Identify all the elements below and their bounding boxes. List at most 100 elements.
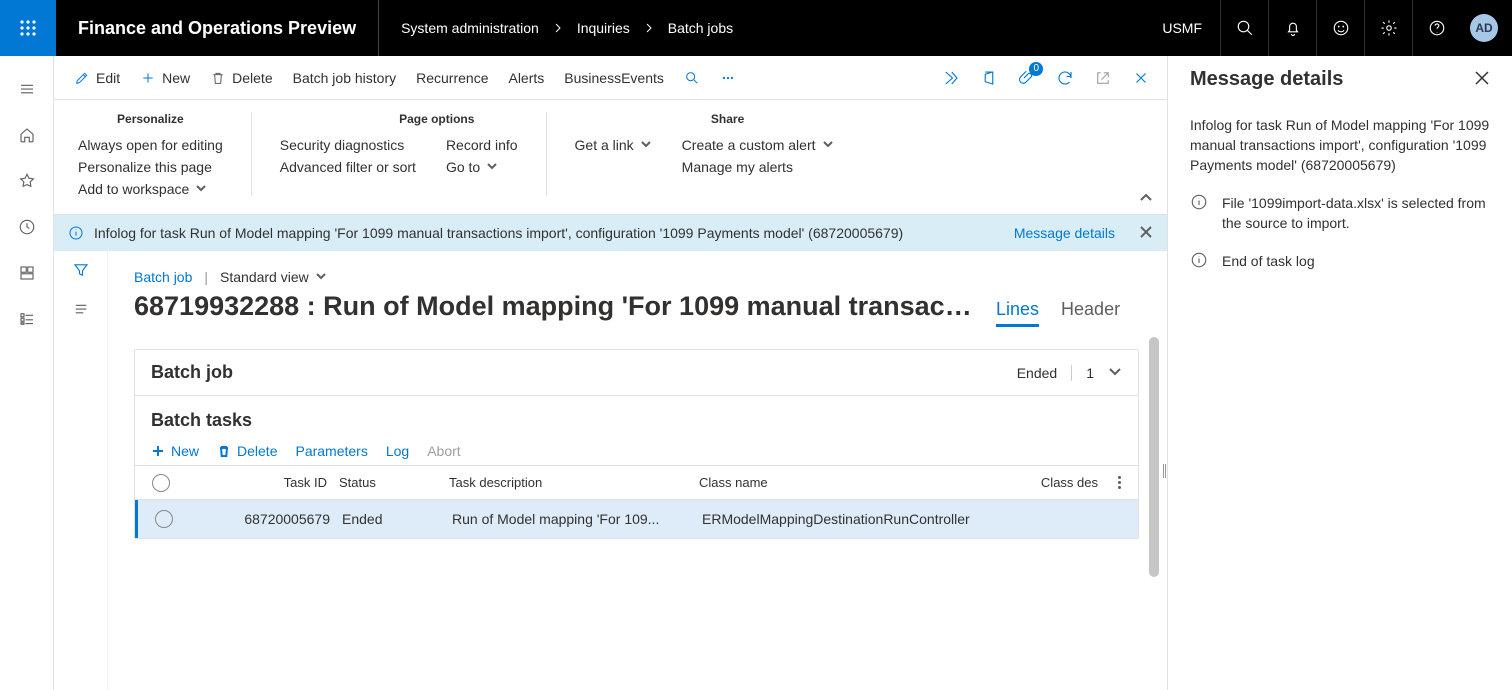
message-bar-text: Infolog for task Run of Model mapping 'F… (94, 225, 903, 241)
expand-button[interactable] (1108, 364, 1122, 381)
edit-button[interactable]: Edit (64, 56, 130, 100)
waffle-icon (19, 19, 37, 37)
panel-close-button[interactable] (1474, 70, 1490, 89)
grid-row[interactable]: 68720005679 Ended Run of Model mapping '… (135, 500, 1138, 538)
alerts-button[interactable]: Alerts (498, 56, 554, 100)
select-all-radio[interactable] (152, 474, 170, 492)
chevron-down-icon (486, 159, 498, 175)
nav-modules[interactable] (0, 296, 54, 342)
cell-class-name: ERModelMappingDestinationRunController (696, 511, 1026, 527)
popout-button[interactable] (1087, 62, 1119, 94)
col-task-id[interactable]: Task ID (183, 475, 333, 490)
related-info-button[interactable] (72, 300, 90, 321)
tab-lines[interactable]: Lines (996, 299, 1039, 327)
opt-create-alert[interactable]: Create a custom alert (682, 134, 834, 156)
filter-pane-button[interactable] (72, 261, 90, 282)
modules-icon (18, 310, 36, 328)
action-pane: Edit New Delete Batch job history Recurr… (54, 56, 1167, 100)
search-icon (684, 70, 700, 86)
company-picker[interactable]: USMF (1144, 20, 1220, 36)
star-icon (18, 172, 36, 190)
opt-go-to[interactable]: Go to (446, 156, 518, 178)
col-options-button[interactable] (1104, 475, 1134, 490)
close-page-button[interactable] (1125, 62, 1157, 94)
grid-parameters-button[interactable]: Parameters (295, 443, 367, 459)
notifications-button[interactable] (1268, 0, 1316, 56)
chevron-down-icon (640, 137, 652, 153)
batch-history-button[interactable]: Batch job history (283, 56, 407, 100)
nav-workspaces[interactable] (0, 250, 54, 296)
card-batch-job-header[interactable]: Batch job Ended 1 (135, 350, 1138, 396)
help-button[interactable] (1412, 0, 1460, 56)
scrollbar-thumb[interactable] (1149, 337, 1159, 577)
flow-icon (942, 69, 960, 87)
page-body: Batch job | Standard view 68719932288 : … (108, 251, 1161, 690)
log-entry: End of task log (1190, 251, 1490, 272)
new-button[interactable]: New (130, 56, 200, 100)
nav-recent[interactable] (0, 204, 54, 250)
home-icon (18, 126, 36, 144)
search-button[interactable] (1220, 0, 1268, 56)
opt-add-workspace[interactable]: Add to workspace (78, 178, 223, 200)
grid-toolbar: New Delete Parameters Log Abort (135, 437, 1138, 465)
batch-job-card: Batch job Ended 1 Batch tasks New Delete… (134, 349, 1139, 539)
grid-delete-button[interactable]: Delete (217, 443, 277, 459)
popout-icon (1094, 69, 1112, 87)
user-avatar[interactable]: AD (1470, 14, 1498, 42)
nav-expand-button[interactable] (0, 66, 54, 112)
feedback-button[interactable] (1316, 0, 1364, 56)
view-selector[interactable]: Standard view (220, 269, 327, 285)
office-button[interactable] (973, 62, 1005, 94)
opt-get-link[interactable]: Get a link (575, 134, 652, 156)
opt-adv-filter[interactable]: Advanced filter or sort (280, 156, 416, 178)
business-events-button[interactable]: BusinessEvents (554, 56, 674, 100)
grid-log-button[interactable]: Log (386, 443, 409, 459)
opt-security-diag[interactable]: Security diagnostics (280, 134, 416, 156)
refresh-icon (1056, 69, 1074, 87)
opt-always-open-editing[interactable]: Always open for editing (78, 134, 223, 156)
page-search-button[interactable] (674, 56, 710, 100)
tab-header[interactable]: Header (1061, 299, 1120, 324)
col-status[interactable]: Status (333, 475, 443, 490)
opt-hd-page: Page options (356, 108, 518, 134)
message-bar-close[interactable] (1139, 225, 1153, 242)
col-class-name[interactable]: Class name (693, 475, 1023, 490)
info-icon (1190, 193, 1208, 211)
col-task-description[interactable]: Task description (443, 475, 693, 490)
col-class-des[interactable]: Class des (1023, 475, 1104, 490)
message-details-link[interactable]: Message details (1014, 225, 1115, 241)
chevron-right-icon (644, 20, 654, 36)
log-entry: File '1099import-data.xlsx' is selected … (1190, 193, 1490, 233)
refresh-button[interactable] (1049, 62, 1081, 94)
panel-title: Message details (1190, 68, 1343, 91)
settings-button[interactable] (1364, 0, 1412, 56)
opt-manage-alerts[interactable]: Manage my alerts (682, 156, 834, 178)
page-breadcrumb-link[interactable]: Batch job (134, 269, 192, 285)
attachments-button[interactable]: 0 (1011, 62, 1043, 94)
crumb-sysadmin[interactable]: System administration (401, 20, 539, 36)
collapse-ribbon-button[interactable] (1139, 191, 1153, 208)
delete-button[interactable]: Delete (200, 56, 282, 100)
splitter[interactable] (1161, 251, 1167, 690)
nav-home[interactable] (0, 112, 54, 158)
app-launcher-button[interactable] (0, 0, 56, 56)
crumb-batchjobs[interactable]: Batch jobs (668, 20, 733, 36)
opt-record-info[interactable]: Record info (446, 134, 518, 156)
grid-new-button[interactable]: New (151, 443, 199, 459)
crumb-inquiries[interactable]: Inquiries (577, 20, 630, 36)
cell-description: Run of Model mapping 'For 109... (446, 511, 696, 527)
recurrence-button[interactable]: Recurrence (406, 56, 498, 100)
bell-icon (1284, 19, 1302, 37)
opt-personalize-page[interactable]: Personalize this page (78, 156, 223, 178)
help-icon (1428, 19, 1446, 37)
lines-icon (72, 300, 90, 318)
grid-header-row: Task ID Status Task description Class na… (135, 466, 1138, 500)
row-select-radio[interactable] (155, 510, 173, 528)
nav-favorites[interactable] (0, 158, 54, 204)
opt-group-share: . Get a link Share Create a custom alert… (565, 108, 844, 200)
power-automate-button[interactable] (935, 62, 967, 94)
app-title: Finance and Operations Preview (56, 0, 379, 56)
global-header: Finance and Operations Preview System ad… (0, 0, 1512, 56)
separator: | (204, 269, 208, 285)
overflow-button[interactable] (710, 56, 746, 100)
